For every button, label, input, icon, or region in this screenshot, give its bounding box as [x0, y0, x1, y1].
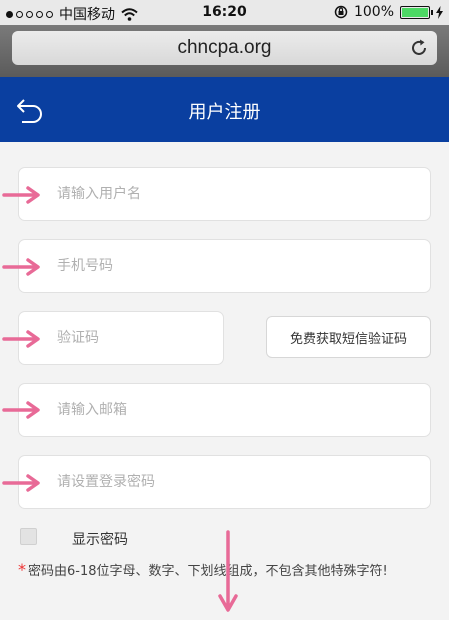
page-title: 用户注册	[188, 102, 261, 123]
code-field[interactable]	[18, 311, 224, 365]
arrow-annotation-icon	[2, 186, 40, 204]
get-sms-code-button[interactable]: 免费获取短信验证码	[266, 316, 431, 358]
battery-icon	[400, 5, 433, 19]
required-star: *	[18, 560, 26, 579]
phone-field[interactable]	[18, 239, 431, 293]
password-field[interactable]	[18, 455, 431, 509]
show-password-label[interactable]: 显示密码	[72, 529, 128, 549]
app-header: 用户注册	[0, 77, 449, 142]
arrow-annotation-icon	[2, 474, 40, 492]
reload-icon[interactable]	[409, 38, 429, 58]
arrow-annotation-icon	[2, 330, 40, 348]
password-input[interactable]	[19, 456, 430, 508]
orientation-lock-icon	[334, 5, 348, 19]
arrow-annotation-icon	[2, 401, 40, 419]
battery-percent: 100%	[353, 4, 394, 20]
browser-toolbar: chncpa.org	[0, 25, 449, 77]
email-field[interactable]	[18, 383, 431, 437]
status-right: 100%	[334, 4, 443, 20]
phone-input[interactable]	[19, 240, 430, 292]
address-bar[interactable]: chncpa.org	[12, 31, 437, 65]
username-input[interactable]	[19, 168, 430, 220]
verification-code-input[interactable]	[19, 312, 223, 364]
status-bar: 中国移动 16:20 100%	[0, 0, 449, 25]
password-hint-text: 密码由6-18位字母、数字、下划线组成，不包含其他特殊字符!	[28, 564, 388, 579]
arrow-annotation-icon	[2, 258, 40, 276]
charging-icon	[436, 5, 443, 19]
username-field[interactable]	[18, 167, 431, 221]
email-input[interactable]	[19, 384, 430, 436]
down-arrow-annotation-icon	[218, 530, 238, 612]
url-text: chncpa.org	[177, 37, 272, 58]
show-password-checkbox[interactable]	[20, 528, 37, 545]
